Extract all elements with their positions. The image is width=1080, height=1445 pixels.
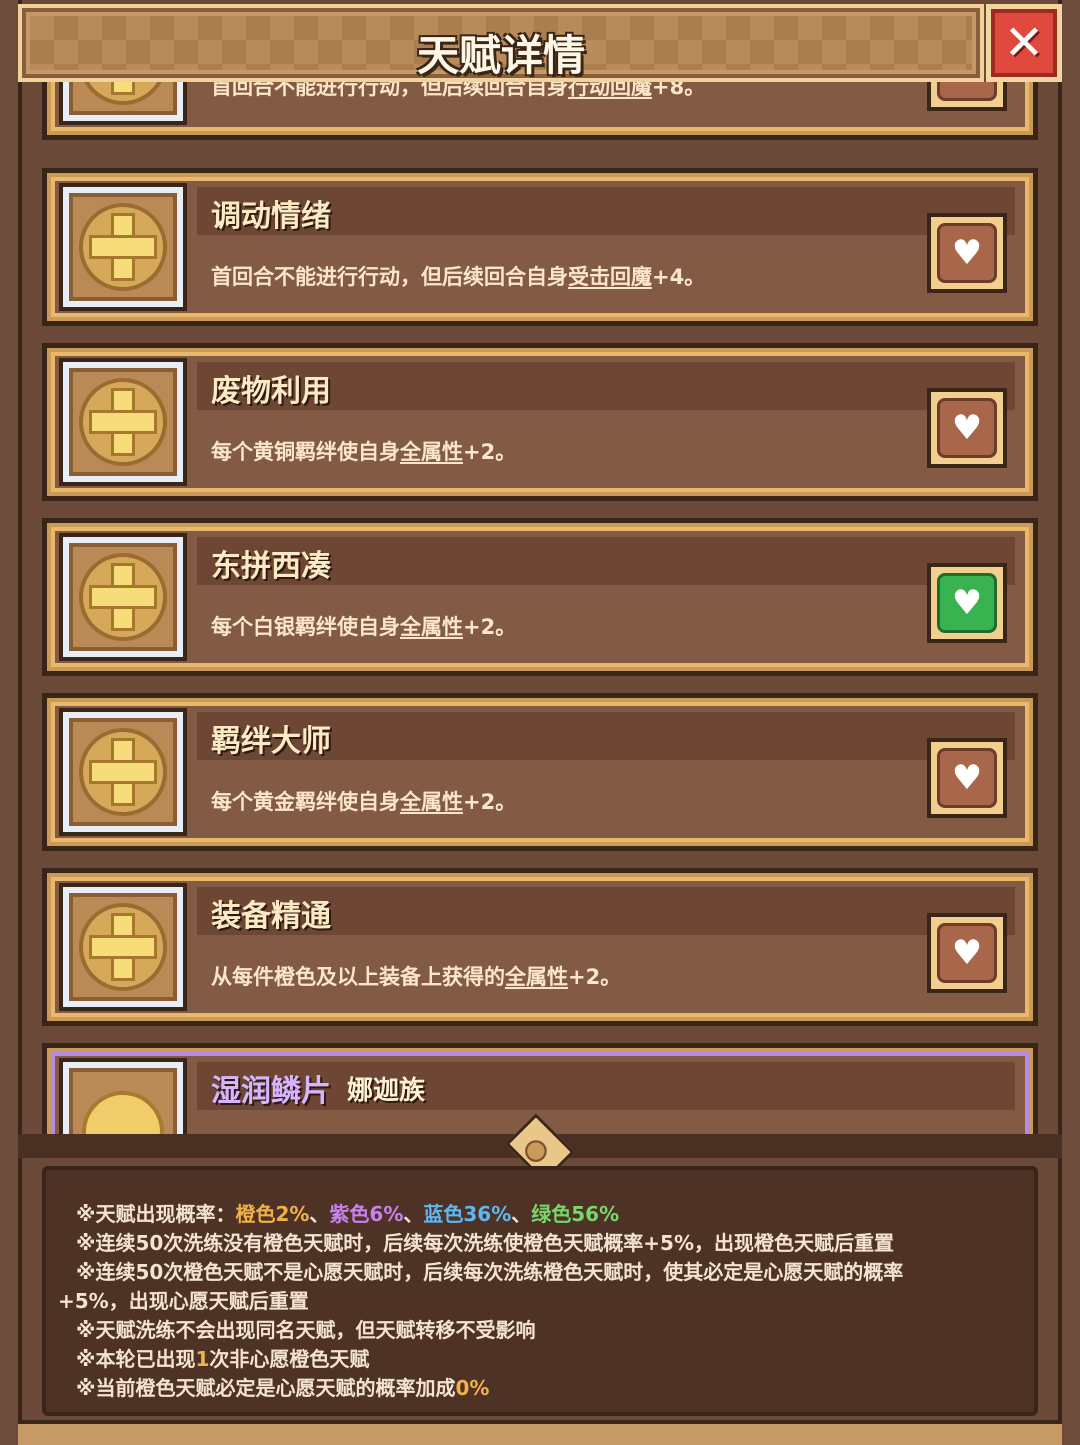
talent-keyword-link[interactable]: 全属性 (400, 790, 463, 814)
favorite-button[interactable]: ♥ (927, 913, 1007, 993)
page-title: 天赋详情 (416, 31, 585, 80)
info-rule: ※连续50次洗练没有橙色天赋时，后续每次洗练使橙色天赋概率+5%，出现橙色天赋后… (76, 1231, 894, 1255)
race-tag: 娜迦族 (347, 1076, 426, 1106)
talent-icon-frame (59, 1058, 187, 1134)
talent-card[interactable]: 羁绊大师 每个黄金羁绊使自身全属性+2。 ♥ (42, 693, 1038, 851)
plus-icon (79, 553, 167, 641)
info-rule: ※天赋洗练不会出现同名天赋，但天赋转移不受影响 (76, 1318, 536, 1342)
talent-list[interactable]: 首回合不能进行行动，但后续回合自身行动回魔+8。 ♥ 调动情绪 首回合不能进行行… (22, 82, 1058, 1134)
heart-icon: ♥ (951, 583, 983, 623)
talent-name: 东拼西凑 (211, 549, 331, 584)
favorite-button-active[interactable]: ♥ (927, 563, 1007, 643)
title-bar: 天赋详情 (18, 4, 984, 82)
talent-description: 每个白银羁绊使自身全属性+2。 (211, 615, 517, 639)
talent-description: 首回合不能进行行动，但后续回合自身行动回魔+8。 (211, 82, 705, 101)
info-bonus: ※当前橙色天赋必定是心愿天赋的概率加成0% (76, 1376, 490, 1400)
talent-keyword-link[interactable]: 全属性 (400, 615, 463, 639)
close-icon: ✕ (1003, 15, 1045, 71)
heart-icon: ♥ (951, 758, 983, 798)
info-panel: ※天赋出现概率：橙色2%、紫色6%、蓝色36%、绿色56% ※连续50次洗练没有… (42, 1166, 1038, 1416)
talent-name: 羁绊大师 (211, 724, 331, 759)
favorite-button[interactable]: ♥ (927, 213, 1007, 293)
plus-icon (79, 728, 167, 816)
talent-icon-frame (59, 358, 187, 486)
talent-description: 每个黄金羁绊使自身全属性+2。 (211, 790, 517, 814)
talent-keyword-link[interactable]: 行动回魔 (568, 82, 652, 99)
heart-icon: ♥ (951, 933, 983, 973)
talent-name: 调动情绪 (211, 199, 331, 234)
talent-icon-frame (59, 883, 187, 1011)
close-button[interactable]: ✕ (986, 4, 1062, 82)
heart-icon: ♥ (951, 233, 983, 273)
heart-icon: ♥ (952, 82, 982, 88)
talent-card[interactable]: 首回合不能进行行动，但后续回合自身行动回魔+8。 ♥ (42, 82, 1038, 140)
talent-card[interactable]: 装备精通 从每件橙色及以上装备上获得的全属性+2。 ♥ (42, 868, 1038, 1026)
talent-card[interactable]: 废物利用 每个黄铜羁绊使自身全属性+2。 ♥ (42, 343, 1038, 501)
talent-description: 首回合不能进行行动，但后续回合自身受击回魔+4。 (211, 265, 706, 289)
talent-description: 从每件橙色及以上装备上获得的全属性+2。 (211, 965, 622, 989)
favorite-button[interactable]: ♥ (927, 738, 1007, 818)
info-rule-continued: +5%，出现心愿天赋后重置 (58, 1289, 309, 1313)
probability-line: ※天赋出现概率：橙色2%、紫色6%、蓝色36%、绿色56% (76, 1202, 620, 1226)
info-rule: ※连续50次橙色天赋不是心愿天赋时，后续每次洗练橙色天赋时，使其必定是心愿天赋的… (76, 1260, 904, 1284)
talent-name: 废物利用 (211, 374, 331, 409)
plus-icon (79, 378, 167, 466)
favorite-button[interactable]: ♥ (927, 82, 1007, 111)
talent-icon-frame (59, 183, 187, 311)
talent-keyword-link[interactable]: 全属性 (505, 965, 568, 989)
talent-keyword-link[interactable]: 全属性 (400, 440, 463, 464)
talent-name: 装备精通 (211, 899, 331, 934)
talent-description: 每个黄铜羁绊使自身全属性+2。 (211, 440, 517, 464)
heart-icon: ♥ (951, 408, 983, 448)
talent-name: 湿润鳞片 (211, 1074, 331, 1109)
talent-keyword-link[interactable]: 受击回魔 (568, 265, 652, 289)
talent-icon-frame (59, 82, 187, 125)
talent-icon-frame (59, 708, 187, 836)
talent-icon-frame (59, 533, 187, 661)
plus-icon (79, 903, 167, 991)
plus-icon (79, 203, 167, 291)
plus-icon (79, 82, 167, 105)
talent-card[interactable]: 东拼西凑 每个白银羁绊使自身全属性+2。 ♥ (42, 518, 1038, 676)
info-counter: ※本轮已出现1次非心愿橙色天赋 (76, 1347, 370, 1371)
favorite-button[interactable]: ♥ (927, 388, 1007, 468)
bottom-frame (18, 1420, 1062, 1445)
talent-card[interactable]: 调动情绪 首回合不能进行行动，但后续回合自身受击回魔+4。 ♥ (42, 168, 1038, 326)
scale-icon (82, 1091, 164, 1134)
